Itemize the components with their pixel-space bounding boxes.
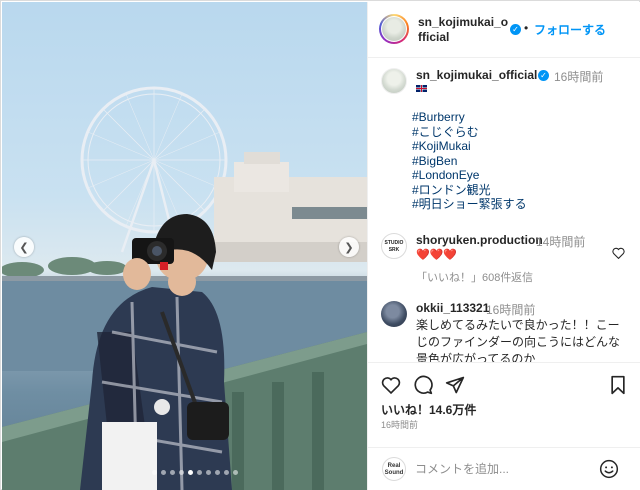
hashtag-link[interactable]: #Burberry [412, 110, 527, 125]
carousel-dot [206, 470, 211, 475]
carousel-indicator [152, 470, 238, 475]
hashtag-link[interactable]: #こじぐらむ [412, 125, 527, 140]
action-bar: いいね！14.6万件 16時間前 [368, 362, 640, 447]
uk-flag-icon [416, 85, 427, 92]
verified-badge-icon: ✓ [538, 70, 549, 81]
author-username[interactable]: sn_kojimukai_official [418, 15, 510, 45]
comment-bubble-icon[interactable] [413, 375, 433, 395]
commenter-avatar[interactable] [381, 301, 407, 327]
author-avatar[interactable] [379, 14, 409, 44]
comment-text: ❤️❤️❤️ [416, 249, 458, 261]
photographer-person [80, 214, 232, 490]
realsound-logo: Real Sound [382, 457, 406, 481]
chevron-left-icon: ❮ [19, 241, 29, 254]
caption-username[interactable]: sn_kojimukai_official [416, 68, 537, 82]
reply-button[interactable]: 返信 [511, 269, 533, 285]
comment-input[interactable] [415, 459, 595, 479]
carousel-dot [233, 470, 238, 475]
header-separator: • [524, 21, 529, 35]
like-heart-icon[interactable] [381, 375, 401, 395]
next-slide-button[interactable]: ❯ [339, 237, 359, 257]
comments-list[interactable]: sn_kojimukai_official ✓ 16時間前 #Burberry … [368, 59, 640, 362]
commenter-avatar[interactable]: STUDIO SRK [381, 233, 407, 259]
previous-slide-button[interactable]: ❮ [14, 237, 34, 257]
carousel-dot [215, 470, 220, 475]
carousel-dot [161, 470, 166, 475]
carousel-dot [170, 470, 175, 475]
hashtag-link[interactable]: #BigBen [412, 154, 527, 169]
avatar-image [382, 17, 406, 41]
comment-time: 14時間前 [536, 235, 586, 249]
post-timestamp: 16時間前 [381, 420, 419, 430]
save-bookmark-icon[interactable] [608, 375, 628, 395]
hashtag-link[interactable]: #KojiMukai [412, 139, 527, 154]
avatar-frame [381, 16, 407, 42]
follow-button[interactable]: フォローする [534, 21, 606, 38]
post-dialog: ❮ ❯ sn_kojimukai_official ✓ • フォローする sn_… [0, 0, 640, 490]
hashtag-link[interactable]: #LondonEye [412, 168, 527, 183]
carousel-dot [224, 470, 229, 475]
comment-time: 16時間前 [486, 303, 536, 317]
carousel-dot [188, 470, 193, 475]
verified-badge-icon: ✓ [510, 24, 521, 35]
far-bank-trees [2, 257, 127, 278]
photo-scene [2, 86, 367, 490]
share-paper-plane-icon[interactable] [445, 375, 465, 395]
post-photo[interactable]: ❮ ❯ [2, 2, 367, 490]
comment-like-heart-icon[interactable] [612, 247, 625, 259]
caption-time: 16時間前 [554, 70, 604, 84]
carousel-dot [197, 470, 202, 475]
chevron-right-icon: ❯ [344, 241, 354, 254]
post-header: sn_kojimukai_official ✓ • フォローする [368, 2, 640, 58]
emoji-smiley-icon[interactable] [599, 459, 619, 479]
hashtag-link[interactable]: #明日ショー緊張する [412, 197, 527, 212]
commenter-username[interactable]: shoryuken.production [416, 233, 543, 247]
add-comment-bar: Real Sound [368, 447, 640, 490]
likes-count[interactable]: いいね！14.6万件 [381, 401, 476, 418]
carousel-dot [179, 470, 184, 475]
commenter-username[interactable]: okkii_113321 [416, 301, 489, 315]
post-side-panel: sn_kojimukai_official ✓ • フォローする sn_koji… [367, 2, 640, 490]
caption-hashtags: #Burberry #こじぐらむ #KojiMukai #BigBen #Lon… [412, 110, 527, 212]
carousel-dot [152, 470, 157, 475]
comment-text: 楽しめてるみたいで良かった！！こーじのファインダーの向こうにはどんな景色が広がっ… [416, 318, 621, 362]
hashtag-link[interactable]: #ロンドン観光 [412, 183, 527, 198]
comment-like-count[interactable]: 「いいね！」608件 [416, 269, 511, 285]
caption-avatar[interactable] [381, 68, 407, 94]
